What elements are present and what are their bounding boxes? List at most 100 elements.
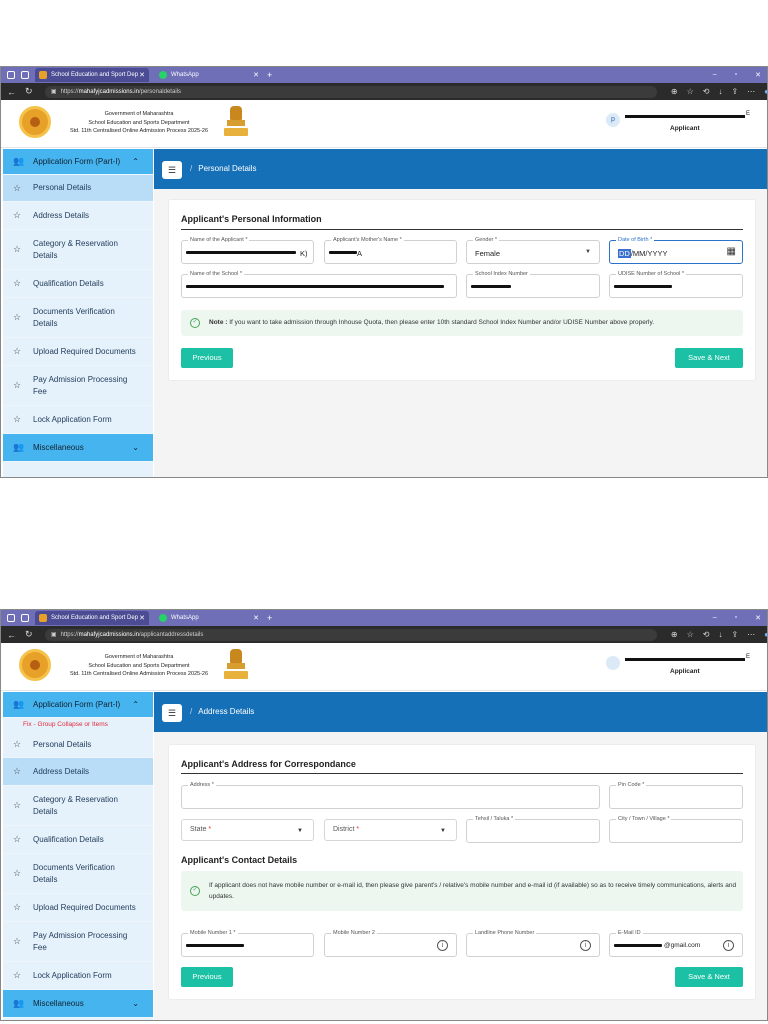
sidebar-item-qualification-details[interactable]: ☆ Qualification Details: [3, 270, 153, 298]
gender-select[interactable]: Gender * Female ▼: [466, 237, 600, 264]
more-icon[interactable]: ⋯: [747, 630, 755, 639]
sidebar-item-address-details[interactable]: ☆ Address Details: [3, 202, 153, 230]
menu-toggle-icon[interactable]: ☰: [162, 704, 182, 722]
close-window-icon[interactable]: ✕: [755, 71, 761, 79]
extensions-icon[interactable]: ⇪: [731, 87, 738, 96]
copilot-icon[interactable]: ●: [764, 630, 767, 639]
close-tab-icon[interactable]: ✕: [253, 614, 259, 622]
mobile-2-field[interactable]: Mobile Number 2 i: [324, 930, 457, 957]
username-suffix: E: [746, 111, 751, 117]
tehsil-field[interactable]: Tehsil / Taluka *: [466, 816, 600, 843]
download-icon[interactable]: ↓: [718, 87, 722, 96]
previous-button[interactable]: Previous: [181, 967, 233, 987]
sidebar-item-qualification-details[interactable]: ☆ Qualification Details: [3, 826, 153, 854]
zoom-icon[interactable]: ⊕: [671, 87, 678, 96]
tab-whatsapp[interactable]: WhatsApp ✕: [155, 611, 263, 625]
star-icon: ☆: [13, 970, 22, 980]
favorite-star-icon[interactable]: ☆: [687, 630, 694, 639]
note-text: If you want to take admission through In…: [227, 319, 655, 326]
sidebar-group-miscellaneous[interactable]: 👥 Miscellaneous ⌄: [3, 990, 153, 1018]
close-window-icon[interactable]: ✕: [755, 614, 761, 622]
sidebar-item-pay-fee[interactable]: ☆ Pay Admission Processing Fee: [3, 922, 153, 962]
maximize-icon[interactable]: ▫: [735, 71, 737, 79]
copilot-icon[interactable]: ●: [764, 87, 767, 96]
url-field[interactable]: ▣ https://mahafyjcadmissions.in/applican…: [44, 628, 657, 641]
sidebar-item-lock-form[interactable]: ☆ Lock Application Form: [3, 962, 153, 990]
mobile-1-field[interactable]: Mobile Number 1 *: [181, 930, 314, 957]
school-name-field[interactable]: Name of the School *: [181, 271, 457, 298]
sidebar-item-category-reservation[interactable]: ☆ Category & Reservation Details: [3, 786, 153, 826]
address-field[interactable]: Address *: [181, 782, 600, 809]
url-field[interactable]: ▣ https://mahafyjcadmissions.in/personal…: [44, 85, 657, 98]
avatar[interactable]: p: [606, 113, 620, 127]
sidebar-item-documents-verification[interactable]: ☆ Documents Verification Details: [3, 854, 153, 894]
tab-actions-icon[interactable]: [21, 614, 29, 622]
chevron-down-icon[interactable]: ⌄: [132, 443, 139, 452]
user-profile[interactable]: p E Applicant: [604, 111, 759, 137]
close-tab-icon[interactable]: ✕: [139, 71, 145, 79]
history-icon[interactable]: ⟲: [703, 630, 710, 639]
zoom-icon[interactable]: ⊕: [671, 630, 678, 639]
save-next-button[interactable]: Save & Next: [675, 967, 743, 987]
star-icon: ☆: [13, 182, 22, 193]
school-index-field[interactable]: School Index Number: [466, 271, 600, 298]
city-field[interactable]: City / Town / Village *: [609, 816, 743, 843]
chevron-up-icon[interactable]: ⌃: [132, 700, 139, 709]
minimize-icon[interactable]: –: [713, 614, 717, 622]
landline-field[interactable]: Landline Phone Number i: [466, 930, 600, 957]
info-icon[interactable]: i: [580, 940, 591, 951]
close-tab-icon[interactable]: ✕: [139, 614, 145, 622]
applicant-name-field[interactable]: Name of the Applicant * K): [181, 237, 314, 264]
info-icon[interactable]: i: [723, 940, 734, 951]
avatar[interactable]: [606, 656, 620, 670]
chevron-up-icon[interactable]: ⌃: [132, 157, 139, 166]
mother-name-field[interactable]: Applicant's Mother's Name * A: [324, 237, 457, 264]
maximize-icon[interactable]: ▫: [735, 614, 737, 622]
sidebar-item-personal-details[interactable]: ☆ Personal Details: [3, 175, 153, 202]
pincode-field[interactable]: Pin Code *: [609, 782, 743, 809]
info-icon[interactable]: i: [437, 940, 448, 951]
district-select[interactable]: District * ▼: [324, 819, 457, 841]
sidebar-item-upload-documents[interactable]: ☆ Upload Required Documents: [3, 894, 153, 922]
workspaces-icon[interactable]: [7, 614, 15, 622]
date-of-birth-field[interactable]: Date of Birth * DD/MM/YYYY ▦: [609, 237, 743, 264]
back-icon[interactable]: ←: [7, 630, 19, 640]
user-profile[interactable]: E Applicant: [604, 654, 759, 680]
calendar-icon[interactable]: ▦: [727, 246, 736, 257]
previous-button[interactable]: Previous: [181, 348, 233, 368]
sidebar-item-personal-details[interactable]: ☆ Personal Details: [3, 732, 153, 758]
tab-actions-icon[interactable]: [21, 71, 29, 79]
sidebar-item-address-details[interactable]: ☆ Address Details: [3, 758, 153, 786]
sidebar-item-upload-documents[interactable]: ☆ Upload Required Documents: [3, 338, 153, 366]
sidebar-item-category-reservation[interactable]: ☆ Category & Reservation Details: [3, 230, 153, 270]
sidebar-group-application-form[interactable]: 👥 Application Form (Part-I) ⌃: [3, 692, 153, 718]
new-tab-icon[interactable]: +: [267, 70, 272, 80]
sidebar-item-label: Category & Reservation Details: [33, 238, 118, 260]
email-field[interactable]: E-Mail ID @gmail.com i: [609, 930, 743, 957]
menu-toggle-icon[interactable]: ☰: [162, 161, 182, 179]
save-next-button[interactable]: Save & Next: [675, 348, 743, 368]
back-icon[interactable]: ←: [7, 87, 19, 97]
download-icon[interactable]: ↓: [718, 630, 722, 639]
sidebar-group-miscellaneous[interactable]: 👥 Miscellaneous ⌄: [3, 434, 153, 462]
sidebar-item-pay-fee[interactable]: ☆ Pay Admission Processing Fee: [3, 366, 153, 406]
minimize-icon[interactable]: –: [713, 71, 717, 79]
tab-school-education[interactable]: School Education and Sport Dep ✕: [35, 68, 149, 82]
udise-field[interactable]: UDISE Number of School *: [609, 271, 743, 298]
new-tab-icon[interactable]: +: [267, 613, 272, 623]
close-tab-icon[interactable]: ✕: [253, 71, 259, 79]
history-icon[interactable]: ⟲: [703, 87, 710, 96]
more-icon[interactable]: ⋯: [747, 87, 755, 96]
sidebar-item-lock-form[interactable]: ☆ Lock Application Form: [3, 406, 153, 434]
extensions-icon[interactable]: ⇪: [731, 630, 738, 639]
favorite-star-icon[interactable]: ☆: [687, 87, 694, 96]
sidebar-group-application-form[interactable]: 👥 Application Form (Part-I) ⌃: [3, 149, 153, 175]
refresh-icon[interactable]: ↻: [25, 629, 37, 640]
sidebar-item-documents-verification[interactable]: ☆ Documents Verification Details: [3, 298, 153, 338]
state-select[interactable]: State * ▼: [181, 819, 314, 841]
chevron-down-icon[interactable]: ⌄: [132, 999, 139, 1008]
tab-whatsapp[interactable]: WhatsApp ✕: [155, 68, 263, 82]
tab-school-education[interactable]: School Education and Sport Dep ✕: [35, 611, 149, 625]
workspaces-icon[interactable]: [7, 71, 15, 79]
refresh-icon[interactable]: ↻: [25, 86, 37, 97]
